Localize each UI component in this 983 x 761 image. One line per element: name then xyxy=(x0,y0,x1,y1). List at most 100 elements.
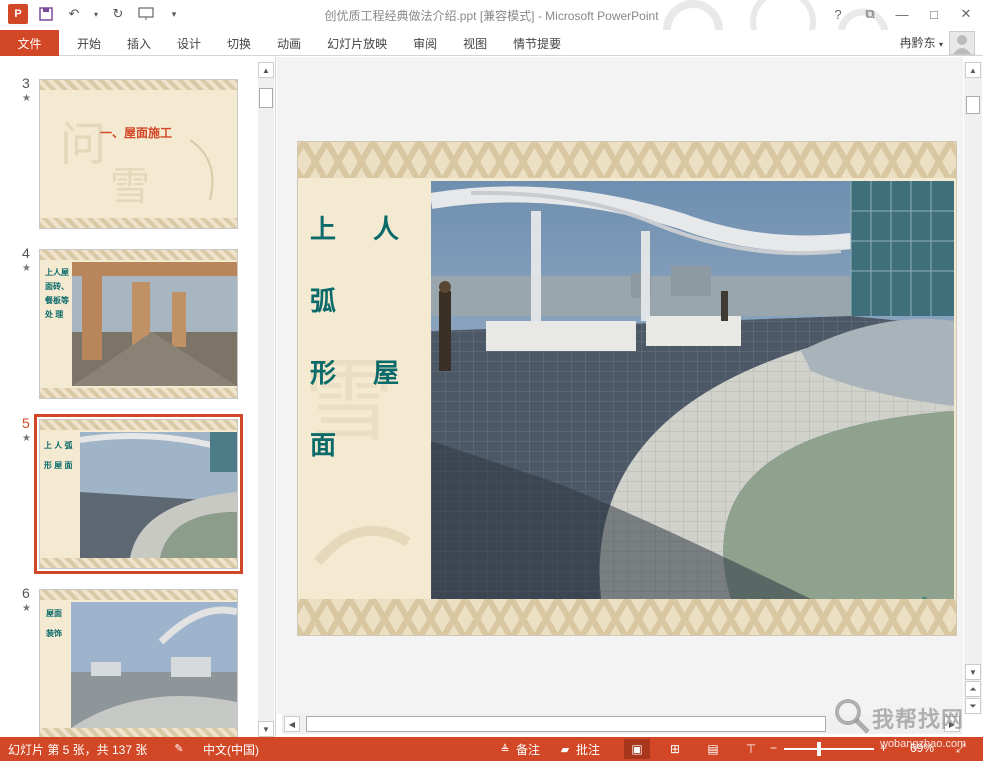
rooftop-terrace-image xyxy=(431,181,954,599)
zoom-out-button[interactable]: − xyxy=(770,741,777,755)
animation-star-icon: ★ xyxy=(22,603,31,614)
tab-storyboarding[interactable]: 情节提要 xyxy=(500,30,574,56)
window-controls: ? ⧉ — □ ✕ xyxy=(827,4,977,24)
thumb-border-top xyxy=(40,420,237,430)
scroll-thumb[interactable] xyxy=(966,96,980,114)
thumb-number: 5 xyxy=(22,415,30,431)
thumb-border-top xyxy=(40,250,237,260)
thumb-border-top xyxy=(40,590,237,600)
user-name: 冉黔东 xyxy=(899,36,936,50)
chevron-down-icon: ▾ xyxy=(938,40,943,49)
slide-title-line-2: 形 屋 面 xyxy=(310,359,414,461)
tab-insert[interactable]: 插入 xyxy=(114,30,164,56)
proofing-icon: ✎ xyxy=(174,742,184,755)
slide-border-top xyxy=(298,142,956,178)
ribbon-tabs: 文件 开始 插入 设计 切换 动画 幻灯片放映 审阅 视图 情节提要 冉黔东 ▾ xyxy=(0,30,983,56)
thumb-number: 3 xyxy=(22,75,30,91)
tab-file[interactable]: 文件 xyxy=(0,30,59,56)
slide-title[interactable]: 上 人 弧 形 屋 面 xyxy=(310,194,430,482)
slide-sorter-icon: ⊞ xyxy=(669,742,681,756)
fit-slide-button[interactable]: ⤢ xyxy=(956,741,966,756)
slide-thumbnail-5[interactable]: 上 人 弧 形 屋 面 xyxy=(34,414,243,574)
thumb-border-bottom xyxy=(40,558,237,568)
notes-icon: ≜ xyxy=(500,744,510,756)
help-button[interactable]: ? xyxy=(827,4,849,24)
fit-to-window-icon: ⤢ xyxy=(956,741,966,755)
thumb-title: 一、屋面施工 xyxy=(100,126,173,140)
slide-thumbnail-4[interactable]: 上人屋 面砖、 餐板等 处 理 xyxy=(39,249,238,399)
avatar[interactable] xyxy=(949,31,975,55)
slide-title-line-1: 上 人 弧 xyxy=(310,215,414,317)
user-account[interactable]: 冉黔东 ▾ xyxy=(900,34,943,51)
comments-button[interactable]: ▰ 批注 xyxy=(558,741,600,758)
scroll-thumb[interactable] xyxy=(259,88,273,108)
slide-thumbnail-3[interactable]: 问 雪 一、屋面施工 xyxy=(39,79,238,229)
reading-view-button[interactable]: ▤ xyxy=(700,739,726,759)
notes-label: 备注 xyxy=(516,743,541,757)
slide-sorter-button[interactable]: ⊞ xyxy=(662,739,688,759)
animation-star-icon: ★ xyxy=(22,93,31,104)
language-indicator[interactable]: 中文(中国) xyxy=(203,741,259,758)
thumb-number: 4 xyxy=(22,245,30,261)
scroll-up-arrow-icon[interactable]: ▲ xyxy=(965,62,981,78)
slide-border-bottom xyxy=(298,599,956,635)
thumb-border-bottom xyxy=(40,728,237,737)
close-button[interactable]: ✕ xyxy=(955,4,977,24)
ribbon-display-button[interactable]: ⧉ xyxy=(859,4,881,24)
thumbnail-scrollbar[interactable]: ▲ ▼ xyxy=(258,62,274,737)
normal-view-icon: ▣ xyxy=(631,742,643,756)
slide-photo[interactable] xyxy=(431,181,954,599)
thumb-border-bottom xyxy=(40,388,237,398)
slide-thumbnail-6[interactable]: 屋面 装饰 xyxy=(39,589,238,737)
tab-review[interactable]: 审阅 xyxy=(400,30,450,56)
animation-star-icon: ★ xyxy=(22,263,31,274)
tab-design[interactable]: 设计 xyxy=(164,30,214,56)
thumb-calligraphy-bg: 问 雪 xyxy=(60,117,214,210)
tab-animations[interactable]: 动画 xyxy=(264,30,314,56)
reading-view-icon: ▤ xyxy=(707,742,719,756)
normal-view-button[interactable]: ▣ xyxy=(624,739,650,759)
comments-label: 批注 xyxy=(576,743,601,757)
slide-vertical-scrollbar[interactable]: ▲ ▼ ⏶ ⏷ xyxy=(964,62,982,714)
thumb-border-bottom xyxy=(40,218,237,228)
slideshow-view-button[interactable]: ⊤ xyxy=(738,739,764,759)
tab-view[interactable]: 视图 xyxy=(450,30,500,56)
tab-transitions[interactable]: 切换 xyxy=(214,30,264,56)
next-slide-icon[interactable]: ⏷ xyxy=(965,698,981,714)
scroll-right-arrow-icon[interactable]: ▶ xyxy=(944,716,960,732)
comment-icon: ▰ xyxy=(560,744,570,756)
scroll-left-arrow-icon[interactable]: ◀ xyxy=(284,716,300,732)
zoom-in-button[interactable]: + xyxy=(880,741,887,755)
scroll-thumb[interactable] xyxy=(306,716,826,732)
thumb-photo xyxy=(72,262,237,386)
scroll-up-arrow-icon[interactable]: ▲ xyxy=(258,62,274,78)
scroll-down-arrow-icon[interactable]: ▼ xyxy=(258,721,274,737)
previous-slide-icon[interactable]: ⏶ xyxy=(965,681,981,697)
maximize-button[interactable]: □ xyxy=(923,4,945,24)
slide-horizontal-scrollbar[interactable]: ◀ ▶ xyxy=(282,714,962,734)
minimize-button[interactable]: — xyxy=(891,4,913,24)
current-slide[interactable]: 雪 上 人 弧 形 屋 面 xyxy=(297,141,957,636)
slideshow-icon: ⊤ xyxy=(745,742,757,756)
tab-home[interactable]: 开始 xyxy=(64,30,114,56)
zoom-slider[interactable] xyxy=(784,748,874,750)
animation-star-icon: ★ xyxy=(22,433,31,444)
title-bar: P ↶ ▾ ↻ ▾ 创优质工程经典做法介绍.ppt [兼容模式] - Micro… xyxy=(0,0,983,56)
thumb-text: 上人屋 面砖、 餐板等 处 理 xyxy=(45,268,69,319)
status-bar: 幻灯片 第 5 张，共 137 张 ✎ 中文(中国) ≜ 备注 ▰ 批注 ▣ ⊞… xyxy=(0,737,983,761)
zoom-level[interactable]: 69% xyxy=(910,741,934,755)
thumb-photo xyxy=(80,432,237,558)
scroll-down-arrow-icon[interactable]: ▼ xyxy=(965,664,981,680)
notes-button[interactable]: ≜ 备注 xyxy=(498,741,540,758)
spelling-check[interactable]: ✎ xyxy=(172,741,186,755)
thumb-number: 6 xyxy=(22,585,30,601)
slide-editing-area: 雪 上 人 弧 形 屋 面 xyxy=(277,57,963,714)
zoom-slider-handle[interactable] xyxy=(817,742,821,756)
tab-slideshow[interactable]: 幻灯片放映 xyxy=(314,30,400,56)
zoom-in-icon: + xyxy=(880,741,888,755)
thumb-text: 屋面 装饰 xyxy=(46,609,62,638)
zoom-out-icon: − xyxy=(770,741,778,755)
slide-counter: 幻灯片 第 5 张，共 137 张 xyxy=(8,743,148,757)
svg-text:雪: 雪 xyxy=(110,164,150,210)
thumb-photo xyxy=(71,602,237,728)
